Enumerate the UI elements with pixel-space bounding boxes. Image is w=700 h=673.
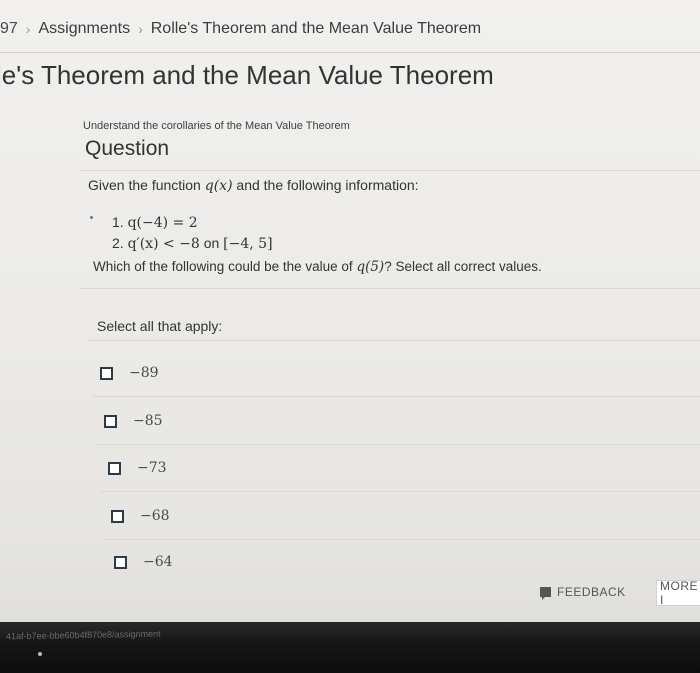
option-value: −85 <box>133 413 163 429</box>
feedback-button[interactable]: FEEDBACK <box>540 585 626 600</box>
prompt-divider <box>80 288 700 289</box>
checkbox[interactable] <box>111 509 124 523</box>
prompt-expression: q(5) <box>356 259 385 275</box>
breadcrumb: 97 › Assignments › Rolle's Theorem and t… <box>0 14 481 44</box>
checkbox[interactable] <box>108 461 121 475</box>
option-divider <box>100 491 700 492</box>
option-value: −73 <box>137 460 167 476</box>
prompt-suffix: ? Select all correct values. <box>384 259 542 274</box>
feedback-icon <box>540 587 551 600</box>
condition-expression: q′(x) < −8 <box>127 236 200 252</box>
option-divider <box>96 444 700 445</box>
option-value: −64 <box>143 554 173 570</box>
select-divider <box>88 340 700 341</box>
option-value: −68 <box>140 508 170 524</box>
answer-option[interactable]: −89 <box>100 353 159 393</box>
given-function: q(x) <box>204 178 233 194</box>
given-prefix: Given the function <box>88 177 201 193</box>
condition-interval: [−4, 5] <box>223 236 273 252</box>
question-subtitle: Understand the corollaries of the Mean V… <box>83 120 350 132</box>
prompt-prefix: Which of the following could be the valu… <box>93 259 353 274</box>
breadcrumb-current: Rolle's Theorem and the Mean Value Theor… <box>150 20 482 37</box>
answer-option[interactable]: −64 <box>114 542 173 582</box>
chevron-right-icon: › <box>25 21 31 37</box>
condition-expression: q(−4) = 2 <box>127 215 198 231</box>
checkbox[interactable] <box>104 414 117 428</box>
condition-number: 1. <box>112 214 124 230</box>
question-heading: Question <box>85 137 170 160</box>
question-divider <box>80 170 700 171</box>
condition-number: 2. <box>112 235 124 251</box>
bullet-dot <box>90 216 93 219</box>
chevron-right-icon: › <box>138 21 143 37</box>
breadcrumb-prefix[interactable]: 97 <box>0 20 18 38</box>
feedback-label: FEEDBACK <box>557 585 626 599</box>
option-divider <box>104 539 700 540</box>
status-indicator <box>38 652 42 656</box>
more-button[interactable]: MORE I <box>656 579 700 607</box>
condition-suffix: on <box>203 235 220 251</box>
conditions-list: 1. q(−4) = 2 2. q′(x) < −8 on [−4, 5] <box>112 212 273 254</box>
answer-option[interactable]: −73 <box>108 448 167 488</box>
select-all-label: Select all that apply: <box>97 318 223 334</box>
condition-item: 1. q(−4) = 2 <box>112 212 273 233</box>
given-suffix: and the following information: <box>236 177 419 193</box>
question-prompt: Which of the following could be the valu… <box>93 259 542 275</box>
breadcrumb-assignments[interactable]: Assignments <box>38 20 130 38</box>
given-text: Given the function q(x) and the followin… <box>88 177 419 194</box>
checkbox[interactable] <box>100 366 113 380</box>
answer-option[interactable]: −68 <box>111 496 170 536</box>
header-divider <box>0 52 700 53</box>
checkbox[interactable] <box>114 555 127 569</box>
page-title: le's Theorem and the Mean Value Theorem <box>0 60 494 90</box>
option-value: −89 <box>129 365 159 381</box>
answer-option[interactable]: −85 <box>104 401 163 441</box>
option-divider <box>92 396 700 397</box>
condition-item: 2. q′(x) < −8 on [−4, 5] <box>112 233 273 254</box>
